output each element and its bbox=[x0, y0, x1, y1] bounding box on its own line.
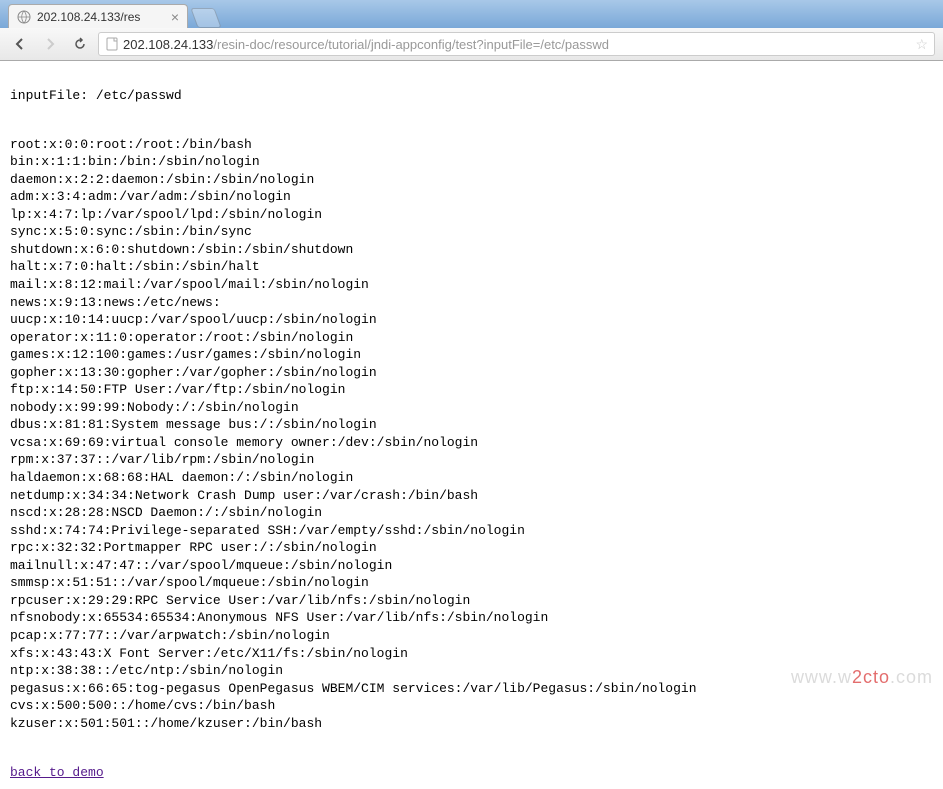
input-file-header: inputFile: /etc/passwd bbox=[10, 87, 933, 105]
watermark: www.w2cto.com bbox=[791, 667, 933, 688]
passwd-output: root:x:0:0:root:/root:/bin/bash bin:x:1:… bbox=[10, 136, 933, 733]
url-path: /resin-doc/resource/tutorial/jndi-appcon… bbox=[213, 37, 609, 52]
browser-tab[interactable]: 202.108.24.133/res × bbox=[8, 4, 188, 28]
page-favicon bbox=[17, 10, 31, 24]
watermark-prefix: www.w bbox=[791, 667, 852, 687]
new-tab-button[interactable] bbox=[190, 8, 221, 28]
toolbar: 202.108.24.133/resin-doc/resource/tutori… bbox=[0, 28, 943, 60]
watermark-red: 2cto bbox=[852, 667, 890, 687]
url-text: 202.108.24.133/resin-doc/resource/tutori… bbox=[123, 37, 911, 52]
url-host: 202.108.24.133 bbox=[123, 37, 213, 52]
tab-close-button[interactable]: × bbox=[171, 10, 179, 24]
tab-title: 202.108.24.133/res bbox=[37, 10, 165, 24]
back-button[interactable] bbox=[8, 32, 32, 56]
forward-button[interactable] bbox=[38, 32, 62, 56]
back-to-demo-link[interactable]: back to demo bbox=[10, 765, 104, 780]
browser-chrome: 202.108.24.133/res × 202.108.24.133/resi… bbox=[0, 0, 943, 61]
url-bar[interactable]: 202.108.24.133/resin-doc/resource/tutori… bbox=[98, 32, 935, 56]
tab-bar: 202.108.24.133/res × bbox=[0, 0, 943, 28]
watermark-suffix: .com bbox=[890, 667, 933, 687]
page-icon bbox=[105, 37, 119, 51]
bookmark-star-icon[interactable]: ☆ bbox=[915, 36, 928, 53]
reload-button[interactable] bbox=[68, 32, 92, 56]
